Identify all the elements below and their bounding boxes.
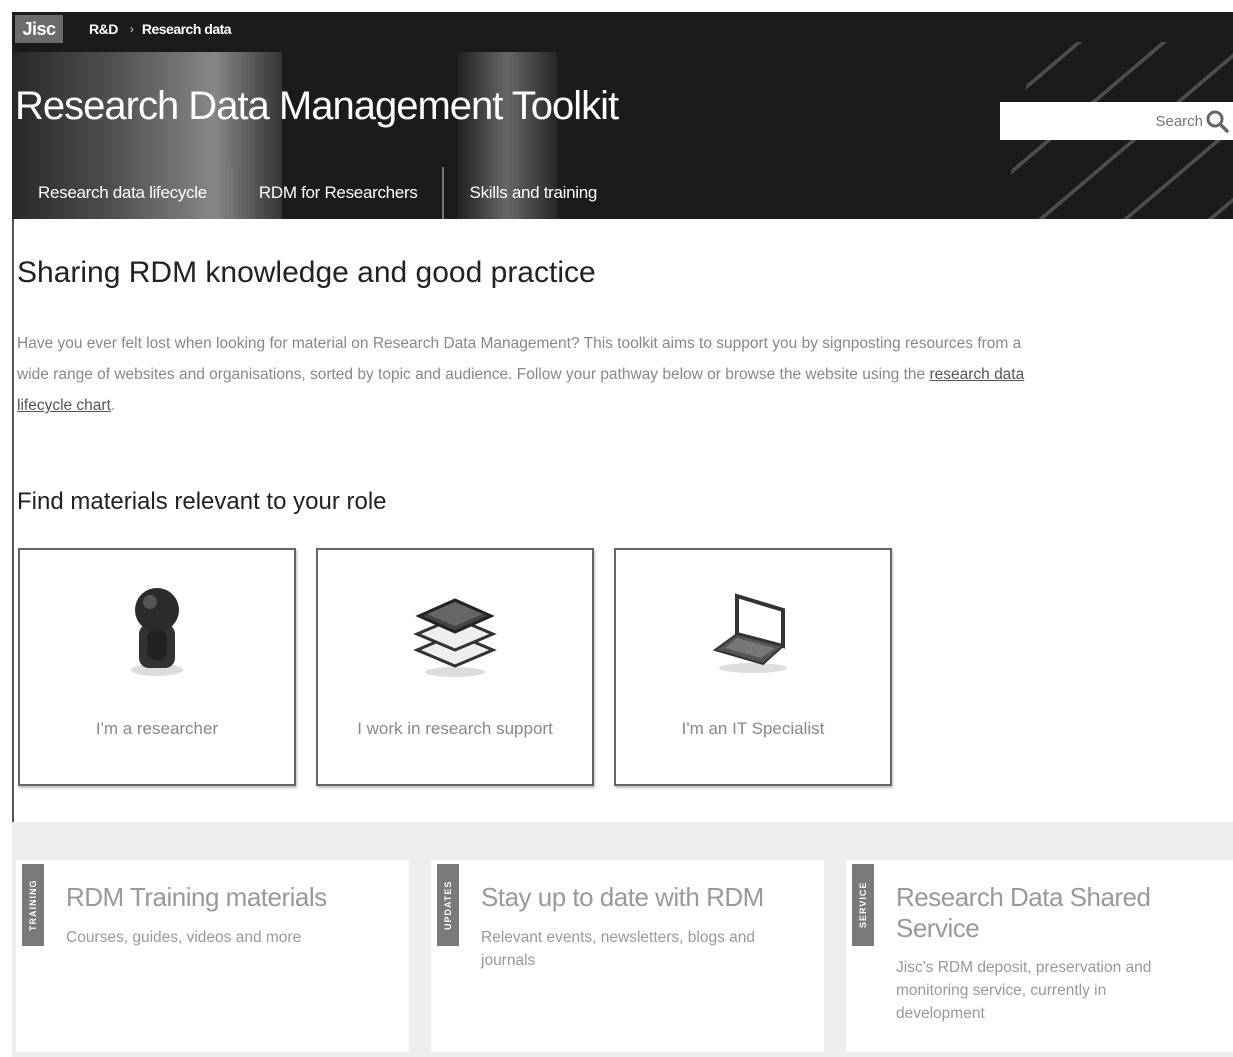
- search-input[interactable]: [1011, 111, 1205, 131]
- site-header: Jisc R&D › Research data Research Data M…: [12, 12, 1233, 219]
- promo-service[interactable]: SERVICE Research Data Shared Service Jis…: [846, 860, 1233, 1052]
- promo-tag: SERVICE: [852, 864, 874, 946]
- promo-description: Relevant events, newsletters, blogs and …: [481, 929, 755, 969]
- laptop-icon: [712, 593, 787, 673]
- page-frame: Jisc R&D › Research data Research Data M…: [12, 12, 1233, 1057]
- researcher-icon: [131, 588, 183, 676]
- nav-skills-and-training[interactable]: Skills and training: [444, 167, 622, 219]
- role-card-it-specialist[interactable]: I'm an IT Specialist: [614, 548, 892, 786]
- jisc-logo[interactable]: Jisc: [15, 15, 63, 43]
- site-title[interactable]: Research Data Management Toolkit: [15, 84, 619, 129]
- promo-training[interactable]: TRAINING RDM Training materials Courses,…: [16, 860, 409, 1052]
- breadcrumb-separator: ›: [129, 22, 134, 36]
- search-icon[interactable]: [1205, 109, 1229, 133]
- promo-title[interactable]: Stay up to date with RDM: [481, 882, 794, 913]
- role-label: I'm a researcher: [95, 719, 219, 738]
- promo-description: Jisc's RDM deposit, preservation and mon…: [896, 959, 1152, 1022]
- books-icon: [413, 598, 497, 677]
- intro-text: Have you ever felt lost when looking for…: [17, 335, 1022, 383]
- role-label: I work in research support: [357, 719, 553, 738]
- promo-title[interactable]: Research Data Shared Service: [896, 882, 1173, 944]
- promo-description: Courses, guides, videos and more: [66, 929, 302, 946]
- intro-end: .: [110, 397, 116, 414]
- role-card-researcher[interactable]: I'm a researcher: [18, 548, 296, 786]
- promo-tag: UPDATES: [437, 864, 459, 946]
- intro-paragraph: Have you ever felt lost when looking for…: [17, 328, 1027, 421]
- breadcrumb-research-data[interactable]: Research data: [142, 21, 232, 37]
- role-cards: I'm a researcher I work in research supp…: [18, 548, 892, 786]
- promo-tag: TRAINING: [22, 864, 44, 946]
- roles-heading: Find materials relevant to your role: [17, 488, 387, 515]
- top-bar: Jisc R&D › Research data: [12, 12, 232, 46]
- page-title: Sharing RDM knowledge and good practice: [17, 256, 596, 289]
- main-nav: Research data lifecycle RDM for Research…: [12, 167, 621, 219]
- role-label: I'm an IT Specialist: [681, 719, 825, 738]
- breadcrumb-rd[interactable]: R&D: [89, 21, 118, 37]
- promo-title[interactable]: RDM Training materials: [66, 882, 399, 913]
- promo-updates[interactable]: UPDATES Stay up to date with RDM Relevan…: [431, 860, 824, 1052]
- role-card-research-support[interactable]: I work in research support: [316, 548, 594, 786]
- nav-rdm-for-researchers[interactable]: RDM for Researchers: [233, 167, 444, 219]
- nav-research-data-lifecycle[interactable]: Research data lifecycle: [12, 167, 233, 219]
- search-box: [1000, 102, 1233, 140]
